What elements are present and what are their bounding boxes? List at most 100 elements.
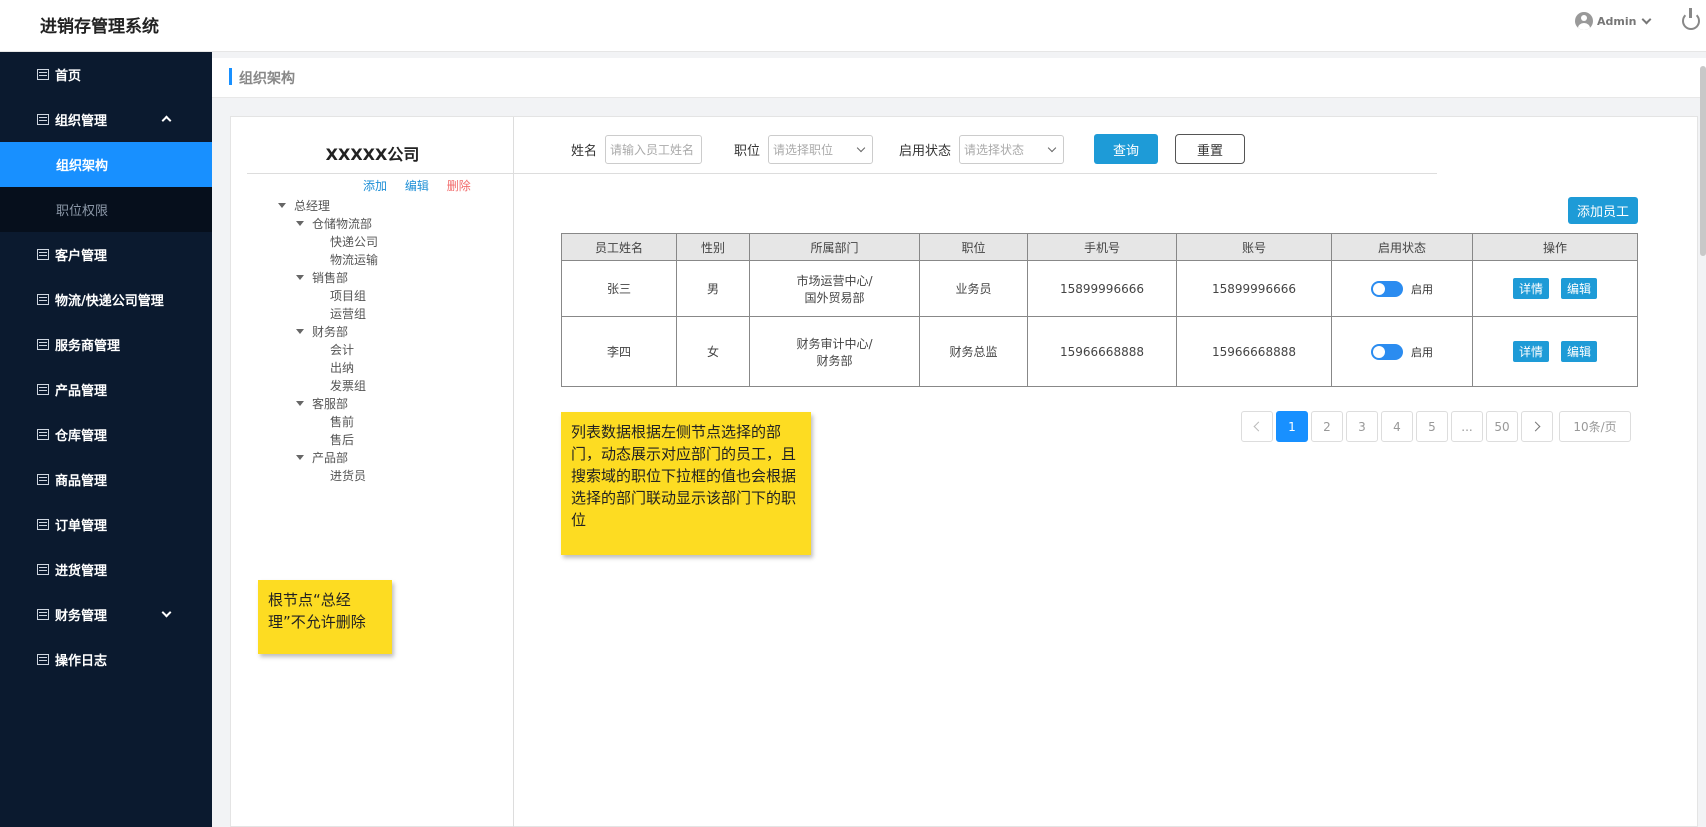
tree-node-dept[interactable]: 客服部 [276,395,378,413]
sidebar-item-label: 组织管理 [55,114,108,129]
tree-add-link[interactable]: 添加 [363,179,387,193]
position-select[interactable]: 请选择职位 [768,134,874,164]
tree-node-dept[interactable]: 销售部 [276,269,378,287]
power-icon[interactable] [1682,8,1700,30]
sidebar-item-home[interactable]: 首页 [0,52,212,97]
sidebar-item-providers[interactable]: 服务商管理 [0,322,212,367]
sidebar-subitem-position-permissions[interactable]: 职位权限 [0,187,212,232]
tree-node-leaf[interactable]: 运营组 [276,305,378,323]
table-row: 张三 男 市场运营中心/国外贸易部 业务员 15899996666 158999… [561,260,1638,317]
scrollbar[interactable] [1700,66,1706,256]
detail-button[interactable]: 详情 [1512,278,1549,299]
tree-node-leaf[interactable]: 进货员 [276,467,378,485]
user-avatar-icon [1575,12,1593,30]
tree-node-root[interactable]: 总经理 [276,197,378,215]
page-button[interactable]: 3 [1346,411,1378,442]
caret-down-icon[interactable] [296,401,304,406]
cell-actions: 详情 编辑 [1472,260,1638,317]
tree-node-leaf[interactable]: 发票组 [276,377,378,395]
cell-account: 15899996666 [1176,260,1332,317]
caret-down-icon[interactable] [296,329,304,334]
edit-button[interactable]: 编辑 [1561,278,1598,299]
add-employee-button[interactable]: 添加员工 [1568,197,1638,224]
sidebar-item-label: 商品管理 [55,474,108,489]
tree-node-leaf[interactable]: 售前 [276,413,378,431]
status-text: 启用 [1411,345,1433,359]
tree-edit-link[interactable]: 编辑 [405,179,429,193]
list-icon [37,384,49,395]
col-header-status: 启用状态 [1331,233,1473,261]
page-button[interactable]: 50 [1486,411,1518,442]
cell-actions: 详情 编辑 [1472,316,1638,387]
tree-node-leaf[interactable]: 快递公司 [276,233,378,251]
sidebar-item-goods[interactable]: 商品管理 [0,457,212,502]
tree-node-dept[interactable]: 仓储物流部 [276,215,378,233]
sidebar-item-customers[interactable]: 客户管理 [0,232,212,277]
sidebar-item-label: 仓库管理 [55,429,108,444]
user-menu[interactable]: Admin [1575,12,1652,30]
cell-position: 业务员 [919,260,1028,317]
page-ellipsis: ... [1451,411,1483,442]
status-toggle[interactable] [1371,343,1403,360]
next-page-button[interactable] [1521,411,1553,442]
sidebar-item-orders[interactable]: 订单管理 [0,502,212,547]
name-input[interactable]: 请输入员工姓名 [605,134,703,164]
caret-down-icon[interactable] [278,203,286,208]
sidebar-item-label: 服务商管理 [55,339,121,354]
page-size-select[interactable]: 10条/页 [1559,411,1631,442]
breadcrumb-bar: 组织架构 [212,58,1706,98]
cell-account: 15966668888 [1176,316,1332,387]
main-panel: XXXXX公司 添加 编辑 删除 总经理 仓储物流部 快递公司 物流运输 销售部… [230,116,1698,827]
dept-line: 市场运营中心/ [796,273,873,288]
tree-node-leaf[interactable]: 物流运输 [276,251,378,269]
chevron-down-icon [161,607,172,618]
sidebar-subitem-org-structure[interactable]: 组织架构 [0,142,212,187]
list-icon [37,474,49,485]
tree-delete-link[interactable]: 删除 [447,179,471,193]
tree-node-leaf[interactable]: 会计 [276,341,378,359]
status-toggle[interactable] [1371,280,1403,297]
reset-button[interactable]: 重置 [1175,134,1246,164]
sidebar: 首页 组织管理 组织架构 职位权限 客户管理 物流/快递公司管理 服务商管理 产… [0,52,212,827]
sidebar-item-logistics[interactable]: 物流/快递公司管理 [0,277,212,322]
sticky-note-root-rule: 根节点“总经理”不允许删除 [258,580,392,654]
cell-gender: 男 [676,260,750,317]
page-button[interactable]: 2 [1311,411,1343,442]
sticky-note-list-behavior: 列表数据根据左侧节点选择的部门，动态展示对应部门的员工，且搜索域的职位下拉框的值… [561,412,811,555]
tree-node-leaf[interactable]: 项目组 [276,287,378,305]
company-name: XXXXX公司 [325,145,420,164]
sidebar-item-warehouse[interactable]: 仓库管理 [0,412,212,457]
query-button[interactable]: 查询 [1094,134,1159,164]
dept-line: 财务审计中心/ [796,336,873,351]
position-label: 职位 [734,143,761,159]
list-icon [37,294,49,305]
top-bar: 进销存管理系统 Admin [0,0,1706,52]
tree-node-dept[interactable]: 产品部 [276,449,378,467]
tree-node-leaf[interactable]: 售后 [276,431,378,449]
page-button[interactable]: 4 [1381,411,1413,442]
sidebar-item-label: 进货管理 [55,564,108,579]
sidebar-item-finance[interactable]: 财务管理 [0,592,212,637]
caret-down-icon[interactable] [296,275,304,280]
detail-button[interactable]: 详情 [1512,341,1549,362]
edit-button[interactable]: 编辑 [1561,341,1598,362]
sidebar-item-organization[interactable]: 组织管理 [0,97,212,142]
breadcrumb-marker [229,68,232,85]
prev-page-button[interactable] [1241,411,1273,442]
status-select[interactable]: 请选择状态 [959,134,1065,164]
tree-node-dept[interactable]: 财务部 [276,323,378,341]
sidebar-item-products[interactable]: 产品管理 [0,367,212,412]
page-button[interactable]: 1 [1276,411,1308,442]
dept-line: 国外贸易部 [804,290,865,305]
caret-down-icon[interactable] [296,455,304,460]
org-tree-pane: XXXXX公司 添加 编辑 删除 总经理 仓储物流部 快递公司 物流运输 销售部… [231,117,514,827]
breadcrumb: 组织架构 [239,71,295,87]
sidebar-item-label: 订单管理 [55,519,108,534]
sidebar-item-purchasing[interactable]: 进货管理 [0,547,212,592]
caret-down-icon[interactable] [296,221,304,226]
page-button[interactable]: 5 [1416,411,1448,442]
sidebar-item-logs[interactable]: 操作日志 [0,637,212,682]
cell-name: 李四 [561,316,677,387]
list-icon [37,429,49,440]
tree-node-leaf[interactable]: 出纳 [276,359,378,377]
